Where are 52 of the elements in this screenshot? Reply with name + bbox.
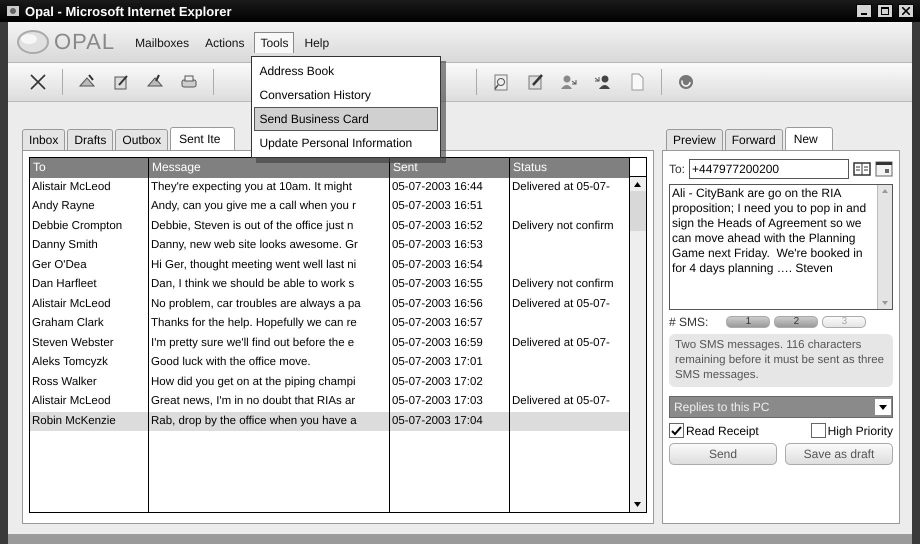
address-book-icon[interactable]: [853, 161, 871, 177]
save-draft-button[interactable]: Save as draft: [785, 443, 893, 465]
column-header[interactable]: Message: [148, 158, 389, 178]
folder-tab[interactable]: Drafts: [67, 129, 114, 151]
logo-icon: [16, 29, 50, 55]
column-header[interactable]: Status: [509, 158, 629, 178]
menu-option[interactable]: Update Personal Information: [254, 130, 438, 154]
to-label: To:: [669, 162, 686, 176]
sms-segment: 2: [774, 316, 818, 328]
compose-tab[interactable]: Forward: [724, 129, 783, 151]
scroll-thumb[interactable]: [630, 191, 646, 231]
maximize-button[interactable]: [877, 4, 893, 18]
help-icon[interactable]: [676, 72, 696, 92]
table-cell: 05-07-2003 16:44: [389, 178, 509, 197]
table-cell: They're expecting you at 10am. It might: [148, 178, 389, 197]
menu-item[interactable]: Mailboxes: [129, 32, 196, 52]
close-icon: [902, 7, 910, 15]
option-checkbox[interactable]: High Priority: [810, 423, 893, 438]
menu-item[interactable]: Help: [298, 32, 336, 52]
recipient-field[interactable]: +447977200200: [689, 159, 849, 179]
send-button[interactable]: Send: [669, 443, 777, 465]
logo-text: OPAL: [54, 29, 116, 55]
maximize-icon: [881, 7, 889, 15]
compose-tab[interactable]: New: [784, 127, 833, 151]
column-header[interactable]: Sent: [389, 158, 509, 178]
table-cell: 05-07-2003 17:04: [389, 412, 509, 431]
folder-tab[interactable]: Outbox: [115, 129, 168, 151]
menu-item[interactable]: Actions: [199, 32, 250, 52]
compose-tab[interactable]: Preview: [666, 129, 723, 151]
sms-segment: 1: [726, 316, 770, 328]
menu-option[interactable]: Conversation History: [254, 82, 438, 106]
table-cell: Robin McKenzie: [30, 412, 148, 431]
menu-option[interactable]: Send Business Card: [254, 106, 438, 130]
delete-icon[interactable]: [28, 72, 48, 92]
sms-segment: 3: [822, 316, 866, 328]
folder-tab[interactable]: Inbox: [22, 129, 66, 151]
option-checkbox[interactable]: Read Receipt: [669, 423, 759, 438]
close-button[interactable]: [898, 4, 914, 18]
column-header[interactable]: To: [30, 158, 148, 178]
table-cell: Delivered at 05-07-: [509, 178, 629, 197]
folder-tab[interactable]: Sent Ite: [170, 127, 236, 151]
table-cell: Rab, drop by the office when you have a: [148, 412, 389, 431]
menu-item[interactable]: Tools: [254, 32, 294, 52]
calendar-icon[interactable]: [875, 161, 893, 177]
sms-info-text: Two SMS messages. 116 characters remaining before it must be sent as three SMS messages.: [669, 334, 893, 387]
scrollbar[interactable]: [629, 158, 646, 512]
checkmark-icon: [671, 425, 682, 436]
menu-option[interactable]: Address Book: [254, 58, 438, 82]
window-title: Opal - Microsoft Internet Explorer: [25, 4, 233, 18]
browser-icon: [6, 4, 20, 18]
minimize-button[interactable]: [856, 4, 872, 18]
sms-label: # SMS:: [669, 315, 708, 329]
